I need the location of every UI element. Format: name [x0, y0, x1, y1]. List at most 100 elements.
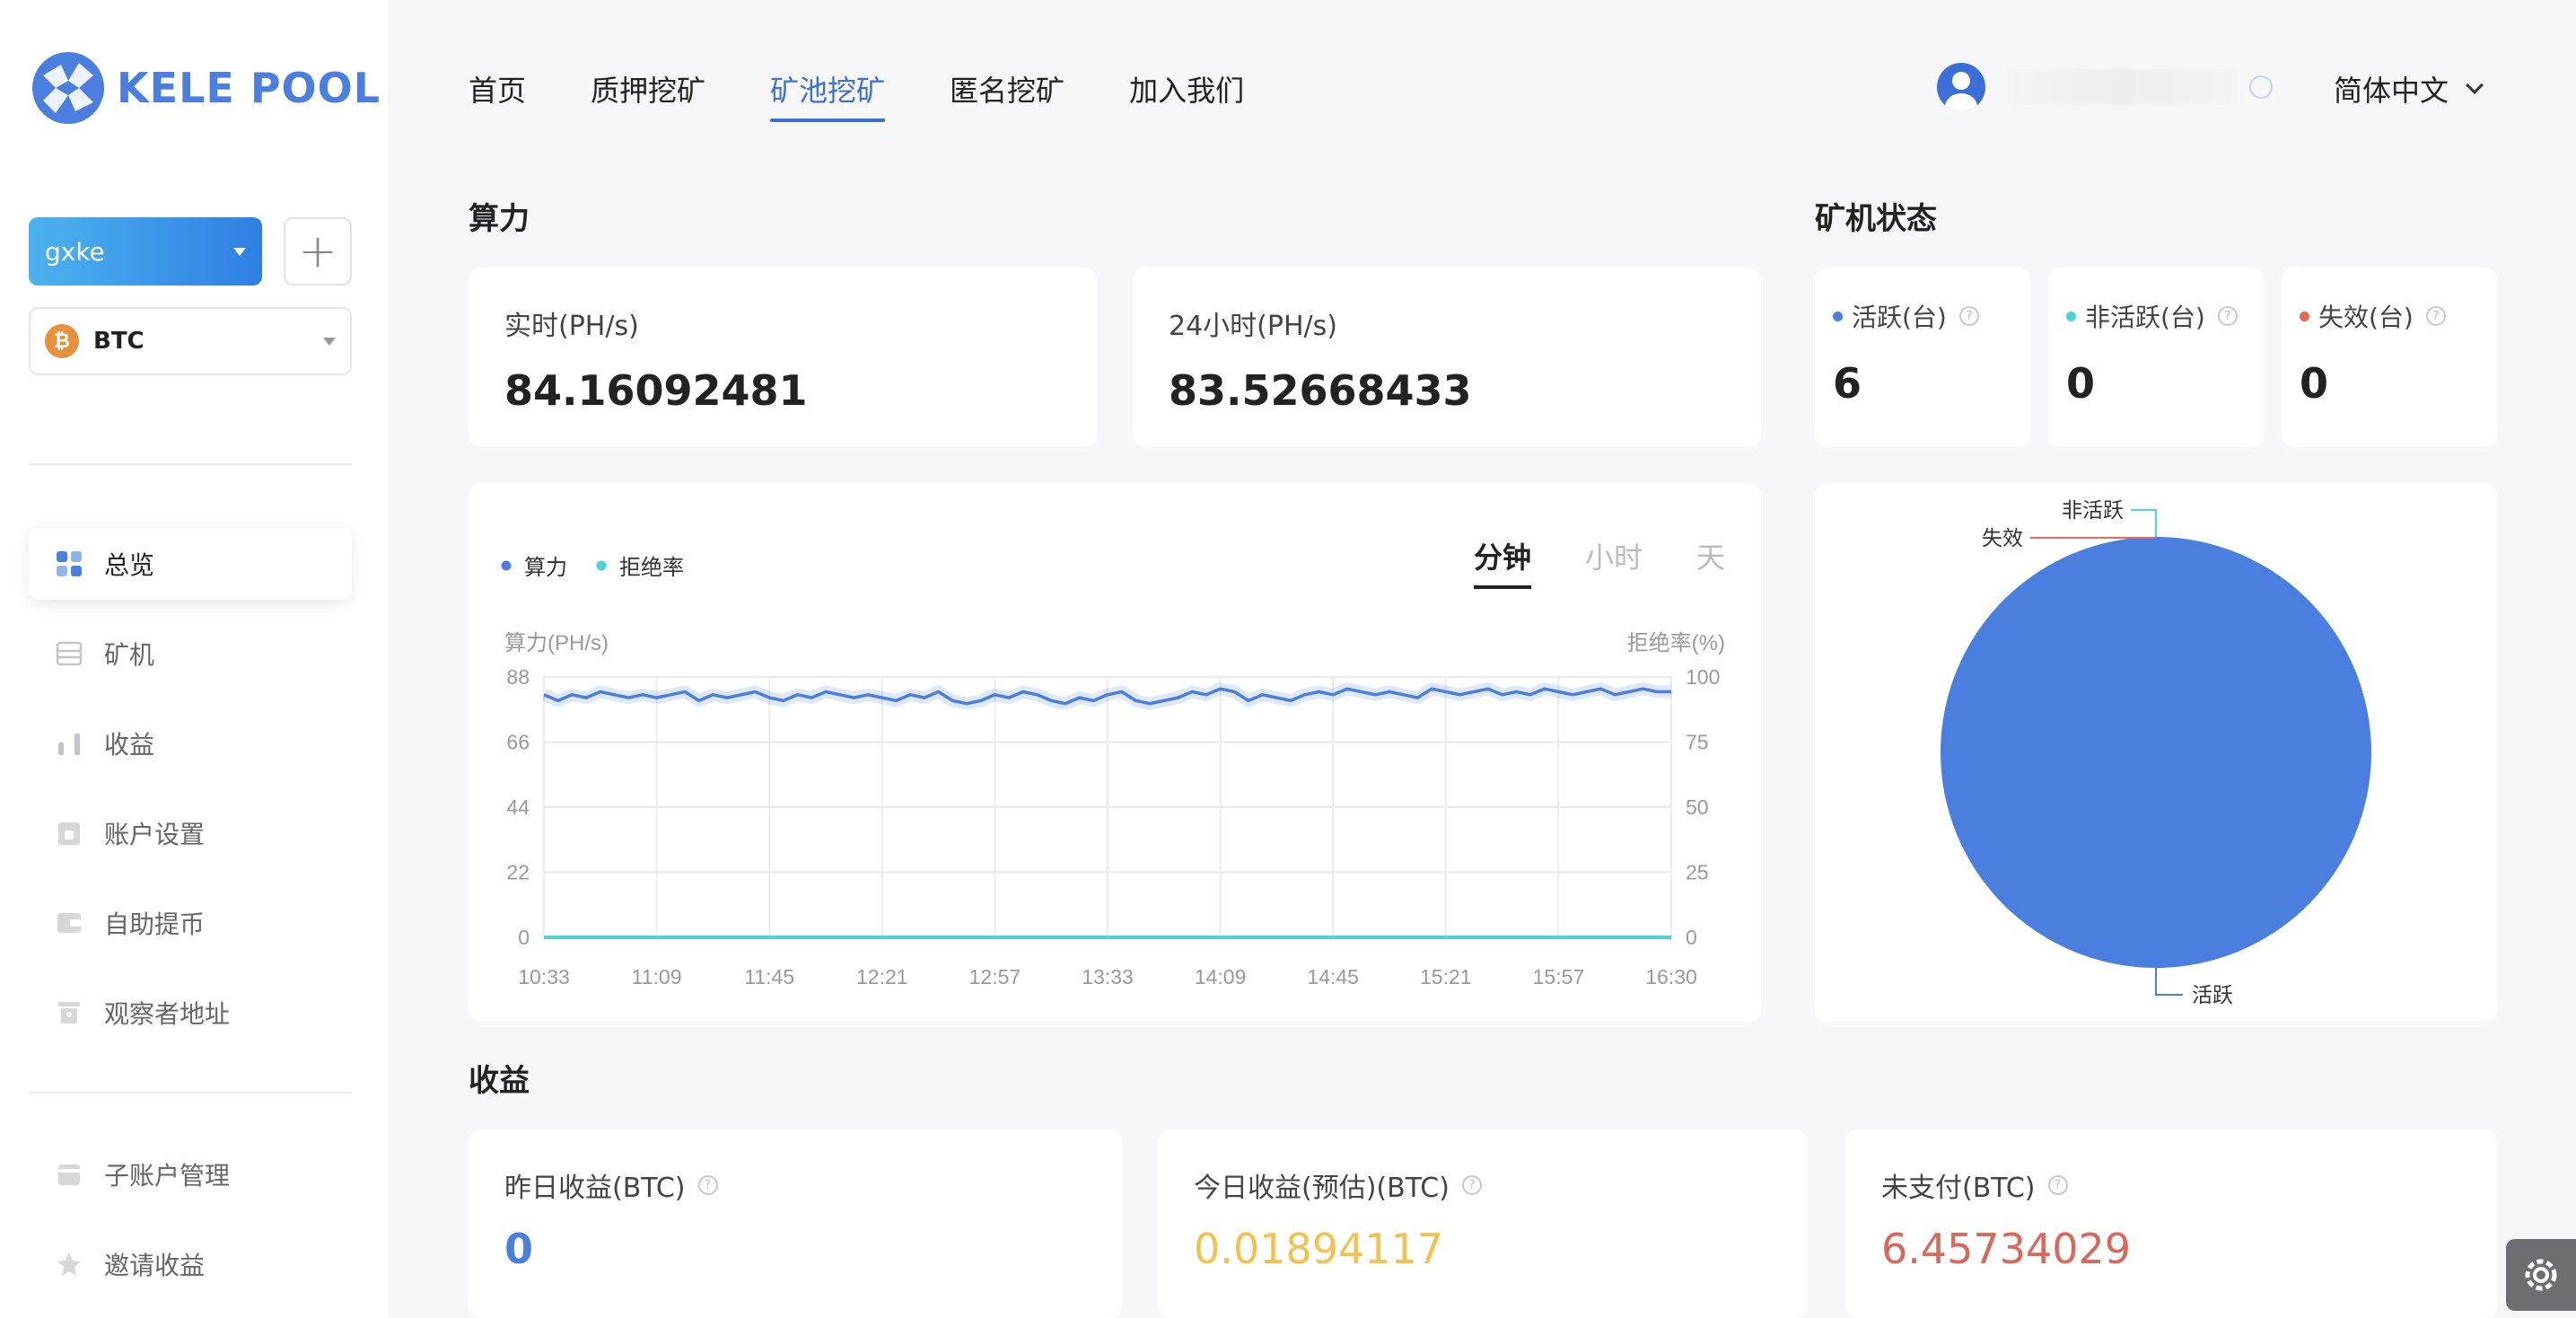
sidebar: KELE POOL gxke + ₿ BTC 总览 矿机 收益 账户设置 自助提… — [0, 0, 388, 1318]
realtime-hashrate-label: 实时(PH/s) — [504, 311, 639, 342]
sidebar-item-earnings[interactable]: 收益 — [29, 707, 352, 779]
sidebar-item-label: 观察者地址 — [104, 999, 231, 1029]
inactive-dot — [2066, 311, 2076, 321]
sidebar-item-overview[interactable]: 总览 — [29, 528, 352, 600]
kele-logo-icon — [32, 52, 104, 124]
help-icon[interactable]: ? — [1461, 1175, 1482, 1195]
day-hashrate-label: 24小时(PH/s) — [1169, 311, 1337, 342]
coin-select[interactable]: ₿ BTC — [29, 307, 352, 375]
sidebar-item-referral[interactable]: 邀请收益 — [29, 1228, 352, 1300]
miner-list-icon — [56, 641, 83, 666]
sidebar-item-sub-accounts[interactable]: 子账户管理 — [29, 1138, 352, 1210]
invalid-label-text: 失效(台) — [2318, 303, 2414, 332]
active-miners-value: 6 — [1833, 359, 1862, 408]
active-label-text: 活跃(台) — [1852, 303, 1947, 332]
top-nav: 首页 质押挖矿 矿池挖矿 匿名挖矿 加入我们 — [469, 68, 1309, 122]
language-label: 简体中文 — [2334, 74, 2449, 108]
sidebar-item-account-settings[interactable]: 账户设置 — [29, 797, 352, 869]
invalid-miners-card: 失效(台) ? 0 — [2282, 268, 2497, 447]
copy-icon[interactable] — [2249, 75, 2273, 99]
realtime-hashrate-card: 实时(PH/s) 84.16092481 — [469, 268, 1097, 447]
caret-down-icon — [323, 337, 336, 346]
brand-logo[interactable]: KELE POOL — [29, 48, 381, 127]
nav-staking[interactable]: 质押挖矿 — [591, 68, 705, 122]
chart-range-tabs: 分钟 小时 天 — [1474, 535, 1725, 589]
today-earnings-value: 0.01894117 — [1194, 1225, 1444, 1273]
sidebar-item-watcher[interactable]: 观察者地址 — [29, 977, 352, 1049]
earnings-title: 收益 — [469, 1063, 530, 1099]
account-name: gxke — [45, 236, 105, 267]
add-account-button[interactable]: + — [284, 217, 352, 286]
tab-hour[interactable]: 小时 — [1585, 535, 1643, 589]
yesterday-earnings-label: 昨日收益(BTC) ? — [504, 1165, 718, 1205]
brand-name: KELE POOL — [117, 64, 381, 112]
miner-status-chart-card — [1815, 483, 2497, 1022]
unpaid-earnings-label: 未支付(BTC) ? — [1881, 1165, 2068, 1205]
sub-account-icon — [58, 1164, 80, 1185]
yesterday-earnings-card: 昨日收益(BTC) ? 0 — [469, 1129, 1122, 1318]
account-settings-icon — [58, 822, 80, 845]
sidebar-item-label: 总览 — [104, 550, 155, 580]
hashrate-title: 算力 — [469, 201, 530, 237]
unpaid-earnings-value: 6.45734029 — [1881, 1225, 2132, 1273]
sidebar-divider — [29, 1092, 352, 1094]
floating-settings-button[interactable] — [2506, 1239, 2576, 1311]
yesterday-earnings-value: 0 — [504, 1225, 534, 1273]
yesterday-label-text: 昨日收益(BTC) — [504, 1173, 686, 1204]
plus-icon: + — [298, 224, 337, 278]
language-select[interactable]: 简体中文 — [2334, 68, 2484, 110]
help-icon[interactable]: ? — [2047, 1175, 2068, 1195]
active-miners-card: 活跃(台) ? 6 — [1815, 268, 2030, 447]
nav-join-us[interactable]: 加入我们 — [1129, 68, 1244, 122]
sidebar-item-withdraw[interactable]: 自助提币 — [29, 887, 352, 959]
sidebar-item-label: 账户设置 — [104, 820, 206, 849]
sidebar-divider — [29, 463, 352, 465]
active-miners-label: 活跃(台) ? — [1833, 298, 1979, 334]
invalid-miners-label: 失效(台) ? — [2300, 298, 2446, 334]
inactive-label-text: 非活跃(台) — [2085, 303, 2205, 332]
invalid-miners-value: 0 — [2300, 359, 2329, 408]
active-dot — [1833, 311, 1843, 321]
watcher-icon — [58, 1002, 80, 1024]
nav-home[interactable]: 首页 — [469, 68, 526, 122]
account-select[interactable]: gxke — [29, 217, 262, 286]
chevron-down-icon — [2466, 76, 2484, 94]
today-earnings-card: 今日收益(预估)(BTC) ? 0.01894117 — [1158, 1129, 1808, 1318]
inactive-miners-label: 非活跃(台) ? — [2066, 298, 2238, 334]
star-icon — [57, 1252, 81, 1276]
sidebar-item-label: 自助提币 — [104, 909, 206, 939]
nav-pool-mining[interactable]: 矿池挖矿 — [770, 68, 886, 122]
help-icon[interactable]: ? — [1958, 306, 1979, 326]
unpaid-label-text: 未支付(BTC) — [1881, 1173, 2036, 1204]
tab-day[interactable]: 天 — [1696, 535, 1725, 589]
inactive-miners-value: 0 — [2066, 359, 2096, 408]
invalid-dot — [2300, 311, 2309, 321]
blurred-username — [2005, 69, 2239, 105]
help-icon[interactable]: ? — [2217, 306, 2238, 326]
day-hashrate-card: 24小时(PH/s) 83.52668433 — [1133, 268, 1761, 447]
coin-name: BTC — [93, 328, 145, 355]
help-icon[interactable]: ? — [697, 1175, 718, 1195]
inactive-miners-card: 非活跃(台) ? 0 — [2048, 268, 2264, 447]
miner-status-title: 矿机状态 — [1815, 201, 1937, 237]
unpaid-earnings-card: 未支付(BTC) ? 6.45734029 — [1845, 1129, 2497, 1318]
help-icon[interactable]: ? — [2425, 306, 2446, 326]
realtime-hashrate-value: 84.16092481 — [504, 366, 808, 415]
tab-minute[interactable]: 分钟 — [1474, 535, 1532, 589]
avatar[interactable] — [1937, 63, 1985, 111]
dashboard-icon — [57, 551, 82, 576]
sidebar-item-label: 子账户管理 — [104, 1161, 231, 1191]
wallet-icon — [57, 913, 81, 933]
sidebar-item-label: 收益 — [104, 730, 155, 760]
day-hashrate-value: 83.52668433 — [1169, 366, 1472, 415]
bitcoin-icon: ₿ — [45, 324, 79, 358]
today-earnings-label: 今日收益(预估)(BTC) ? — [1194, 1165, 1482, 1205]
caret-down-icon — [233, 247, 246, 256]
sidebar-item-miners[interactable]: 矿机 — [29, 618, 352, 690]
sidebar-item-label: 矿机 — [104, 640, 155, 670]
bar-chart-icon — [58, 734, 80, 755]
today-label-text: 今日收益(预估)(BTC) — [1194, 1173, 1450, 1204]
sidebar-item-label: 邀请收益 — [104, 1251, 206, 1280]
gear-icon — [2525, 1259, 2557, 1291]
nav-anonymous-mining[interactable]: 匿名挖矿 — [950, 68, 1065, 122]
